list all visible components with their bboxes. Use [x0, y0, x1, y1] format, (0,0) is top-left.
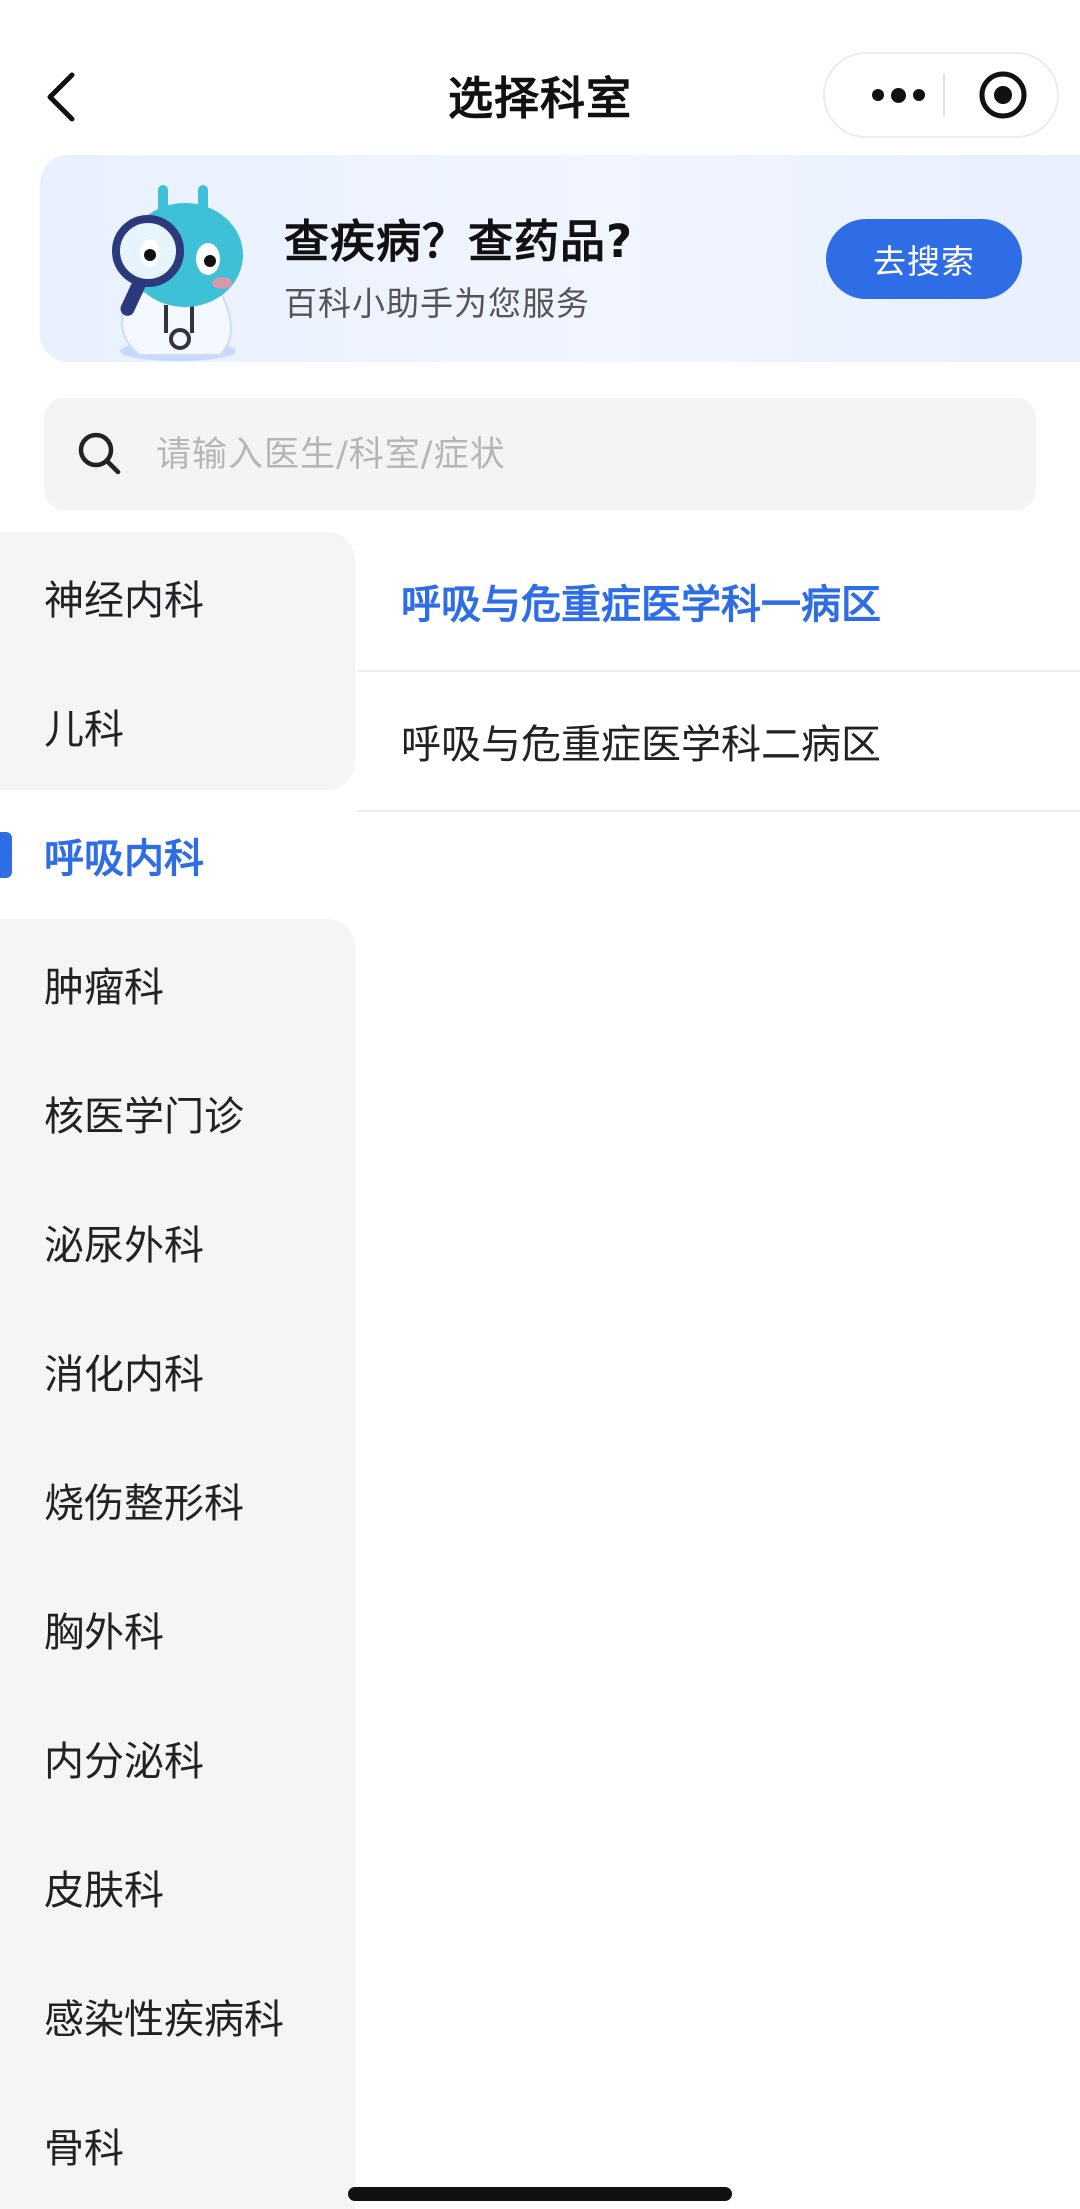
search-bar[interactable]	[44, 398, 1036, 512]
sidebar-item-label: 泌尿外科	[44, 1222, 204, 1269]
ward-list: 呼吸与危重症医学科一病区 呼吸与危重症医学科二病区	[357, 532, 1080, 812]
more-dots-icon	[871, 89, 884, 101]
close-button[interactable]	[963, 54, 1043, 136]
capsule-divider	[943, 74, 945, 116]
sidebar-item-label: 肿瘤科	[44, 964, 164, 1011]
sidebar-item-label: 神经内科	[44, 577, 204, 624]
target-close-icon	[979, 71, 1027, 119]
sidebar-item-label: 内分泌科	[44, 1738, 204, 1785]
sidebar-item-label: 呼吸内科	[44, 835, 204, 882]
sidebar-item-label: 儿科	[44, 706, 124, 753]
sidebar-item-selected[interactable]: 呼吸内科	[0, 790, 355, 919]
sidebar-item[interactable]: 核医学门诊	[0, 1048, 355, 1177]
mini-program-capsule	[823, 52, 1059, 138]
go-search-button[interactable]: 去搜索	[826, 219, 1022, 299]
sidebar-item[interactable]: 胸外科	[0, 1564, 355, 1693]
ward-label: 呼吸与危重症医学科二病区	[401, 722, 881, 768]
banner-title: 查疾病？查药品?	[284, 215, 634, 268]
sidebar-item[interactable]: 肿瘤科	[0, 919, 355, 1048]
sidebar-item-label: 核医学门诊	[44, 1093, 244, 1140]
more-button[interactable]	[853, 54, 943, 136]
sidebar-item[interactable]: 骨科	[0, 2080, 355, 2209]
search-input[interactable]	[154, 398, 1018, 512]
navigation-bar: 选择科室	[0, 0, 1080, 155]
home-indicator	[348, 2187, 732, 2201]
ward-label: 呼吸与危重症医学科一病区	[401, 582, 881, 628]
encyclopedia-banner[interactable]: 查疾病？查药品? 百科小助手为您服务 去搜索	[40, 155, 1080, 362]
sidebar-item[interactable]: 儿科	[0, 661, 355, 790]
list-item[interactable]: 呼吸与危重症医学科二病区	[357, 672, 1080, 812]
sidebar-item[interactable]: 皮肤科	[0, 1822, 355, 1951]
department-sidebar: 神经内科 儿科 呼吸内科 肿瘤科 核医学门诊 泌尿外科 消化内科 烧伤整形科 胸…	[0, 532, 355, 2209]
sidebar-item[interactable]: 内分泌科	[0, 1693, 355, 1822]
sidebar-item-label: 胸外科	[44, 1609, 164, 1656]
sidebar-item-label: 感染性疾病科	[44, 1996, 284, 2043]
sidebar-item[interactable]: 神经内科	[0, 532, 355, 661]
sidebar-item-label: 消化内科	[44, 1351, 204, 1398]
sidebar-item[interactable]: 感染性疾病科	[0, 1951, 355, 2080]
sidebar-item[interactable]: 烧伤整形科	[0, 1435, 355, 1564]
more-dots-icon	[890, 87, 906, 103]
banner-subtitle: 百科小助手为您服务	[284, 284, 590, 323]
mascot-doctor-icon	[112, 185, 243, 361]
sidebar-item-label: 烧伤整形科	[44, 1480, 244, 1527]
more-dots-icon	[912, 89, 925, 101]
sidebar-item[interactable]: 消化内科	[0, 1306, 355, 1435]
sidebar-item-label: 皮肤科	[44, 1867, 164, 1914]
sidebar-item-label: 骨科	[44, 2125, 124, 2172]
list-item-selected[interactable]: 呼吸与危重症医学科一病区	[357, 532, 1080, 672]
active-indicator	[0, 832, 12, 878]
search-icon	[78, 432, 121, 475]
sidebar-item[interactable]: 泌尿外科	[0, 1177, 355, 1306]
